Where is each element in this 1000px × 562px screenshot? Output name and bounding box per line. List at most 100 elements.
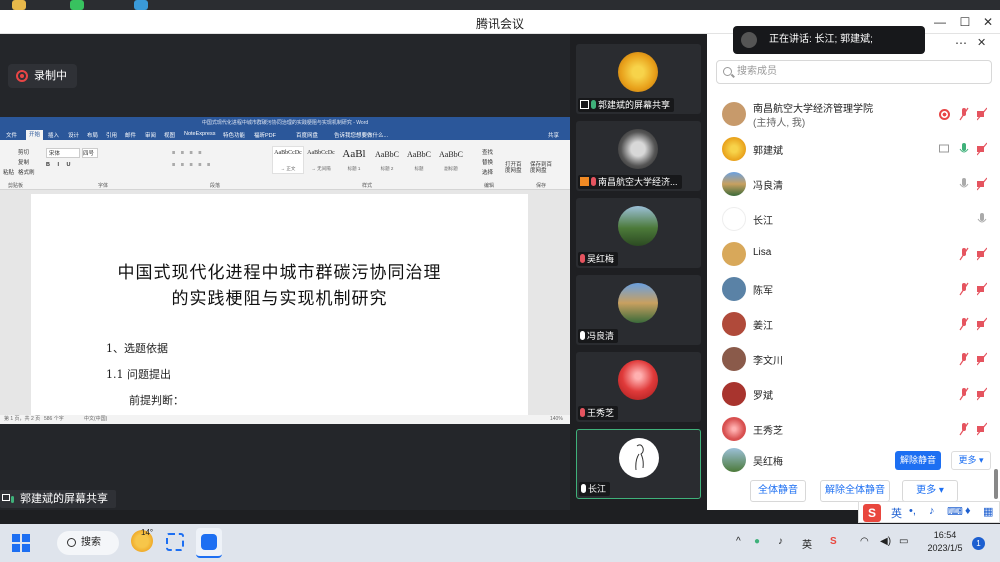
tab-references[interactable]: 引用 [106, 131, 117, 139]
ime-menu-icon[interactable]: ▦ [983, 505, 993, 518]
member-row[interactable]: 姜江 [707, 307, 990, 341]
punctuation-icon[interactable]: •, [909, 505, 916, 517]
video-off-icon[interactable] [977, 142, 987, 156]
video-tile[interactable]: 长江 [576, 429, 701, 499]
volume-icon[interactable]: ◀) [880, 536, 891, 547]
tray-app-icon[interactable]: ● [754, 536, 760, 547]
mic-muted-icon[interactable] [959, 107, 969, 121]
minimize-button[interactable]: — [930, 14, 950, 30]
font-format-buttons[interactable]: B I U [46, 162, 74, 168]
mic-muted-icon[interactable] [959, 422, 969, 436]
member-row[interactable]: Lisa [707, 237, 990, 271]
video-off-icon[interactable] [977, 387, 987, 401]
mic-muted-icon[interactable] [959, 317, 969, 331]
share-link[interactable]: 共享 [548, 131, 559, 139]
mic-muted-icon[interactable] [959, 387, 969, 401]
member-row[interactable]: 罗斌 [707, 377, 990, 411]
tab-insert[interactable]: 插入 [48, 131, 59, 139]
paragraph-buttons[interactable]: ≡ ≡ ≡ ≡ [172, 150, 203, 156]
style-normal[interactable]: AaBbCcDc → 正文 [272, 146, 304, 174]
wifi-icon[interactable]: ◠ [860, 536, 869, 547]
member-row[interactable]: 冯良清 [707, 167, 990, 201]
video-tile[interactable]: 吴红梅 [576, 198, 701, 268]
copy-button[interactable]: 复制 [18, 158, 29, 166]
panel-close-icon[interactable]: ✕ [977, 36, 986, 49]
video-tile[interactable]: 郭建斌的屏幕共享 [576, 44, 701, 114]
ime-mic-icon[interactable]: ♪ [929, 505, 935, 517]
paste-button[interactable]: 粘贴 [3, 168, 14, 176]
member-more-button[interactable]: 更多 ▾ [951, 451, 991, 470]
member-row[interactable]: 长江 [707, 202, 990, 236]
member-row[interactable]: 李文川 [707, 342, 990, 376]
tab-design[interactable]: 设计 [68, 131, 79, 139]
footer-more-button[interactable]: 更多 ▾ [902, 480, 958, 502]
tray-expand-icon[interactable]: ^ [736, 536, 741, 547]
tab-noteexpress[interactable]: NoteExpress [184, 131, 216, 137]
tab-review[interactable]: 审阅 [145, 131, 156, 139]
tab-special[interactable]: 特色功能 [223, 131, 245, 139]
clock[interactable]: 16:54 2023/1/5 [920, 529, 970, 555]
align-buttons[interactable]: ≡ ≡ ≡ ≡ ≡ [172, 162, 212, 168]
member-row[interactable]: 吴红梅 [707, 443, 990, 477]
ime-lang[interactable]: 英 [891, 505, 902, 521]
panel-more-icon[interactable]: ⋯ [955, 36, 967, 50]
notification-badge[interactable]: 1 [972, 537, 985, 550]
panel-scrollbar[interactable] [994, 469, 998, 499]
video-off-icon[interactable] [977, 247, 987, 261]
cut-button[interactable]: 剪切 [18, 148, 29, 156]
video-off-icon[interactable] [977, 177, 987, 191]
tencent-meeting-taskbar-icon[interactable] [196, 528, 222, 558]
tray-mic-icon[interactable]: ♪ [778, 536, 783, 547]
style-subtitle[interactable]: AaBbC 副标题 [435, 146, 467, 174]
save-baidu-button[interactable]: 保存到百度网盘 [530, 162, 554, 174]
sogou-icon[interactable]: S [863, 504, 881, 522]
status-zoom[interactable]: 140% [550, 415, 563, 424]
maximize-button[interactable]: ☐ [955, 14, 975, 30]
tray-sogou-icon[interactable]: S [830, 536, 837, 547]
browser-icon[interactable] [134, 0, 148, 10]
battery-icon[interactable]: ▭ [899, 536, 908, 547]
mic-muted-icon[interactable] [959, 247, 969, 261]
video-tile[interactable]: 王秀芝 [576, 352, 701, 422]
mic-icon[interactable] [977, 212, 987, 226]
recording-indicator[interactable]: 录制中 [8, 64, 77, 88]
mute-all-button[interactable]: 全体静音 [750, 480, 806, 502]
style-heading-1[interactable]: AaBl 标题 1 [338, 146, 370, 174]
tray-ime[interactable]: 英 [802, 536, 812, 551]
video-off-icon[interactable] [977, 422, 987, 436]
tab-baidu-pan[interactable]: 百度网盘 [296, 131, 318, 139]
mic-muted-icon[interactable] [959, 352, 969, 366]
tell-me-search[interactable]: 告诉我您想要做什么... [334, 131, 388, 139]
video-off-icon[interactable] [977, 107, 987, 121]
mic-icon[interactable] [959, 177, 969, 191]
mic-muted-icon[interactable] [959, 282, 969, 296]
tab-mailings[interactable]: 邮件 [125, 131, 136, 139]
unmute-button[interactable]: 解除静音 [895, 451, 941, 470]
windows-start-icon[interactable] [12, 534, 30, 552]
tab-file[interactable]: 文件 [6, 131, 17, 139]
folder-icon[interactable] [12, 0, 26, 10]
open-baidu-button[interactable]: 打开百度网盘 [505, 162, 525, 174]
video-tile[interactable]: 冯良清 [576, 275, 701, 345]
snipping-tool-icon[interactable] [166, 533, 184, 551]
format-painter-button[interactable]: 格式刷 [18, 168, 35, 176]
member-row[interactable]: 郭建斌 [707, 132, 990, 166]
video-off-icon[interactable] [977, 352, 987, 366]
replace-button[interactable]: 替换 [482, 158, 493, 166]
tab-layout[interactable]: 布局 [87, 131, 98, 139]
member-row[interactable]: 南昌航空大学经济管理学院 (主持人, 我) [707, 97, 990, 131]
tab-foxit-pdf[interactable]: 福昕PDF [254, 131, 276, 139]
skin-icon[interactable]: ♦ [965, 505, 971, 517]
style-no-spacing[interactable]: AaBbCcDc → 无间隔 [305, 146, 337, 174]
font-name-select[interactable]: 宋体 [46, 148, 80, 158]
video-off-icon[interactable] [977, 282, 987, 296]
font-size-select[interactable]: 四号 [82, 148, 98, 158]
style-heading-2[interactable]: AaBbC 标题 2 [371, 146, 403, 174]
member-row[interactable]: 陈军 [707, 272, 990, 306]
video-off-icon[interactable] [977, 317, 987, 331]
keyboard-icon[interactable]: ⌨ [947, 505, 963, 518]
unmute-all-button[interactable]: 解除全体静音 [820, 480, 890, 502]
style-title[interactable]: AaBbC 标题 [403, 146, 435, 174]
member-row[interactable]: 王秀芝 [707, 412, 990, 446]
select-button[interactable]: 选择 [482, 168, 493, 176]
